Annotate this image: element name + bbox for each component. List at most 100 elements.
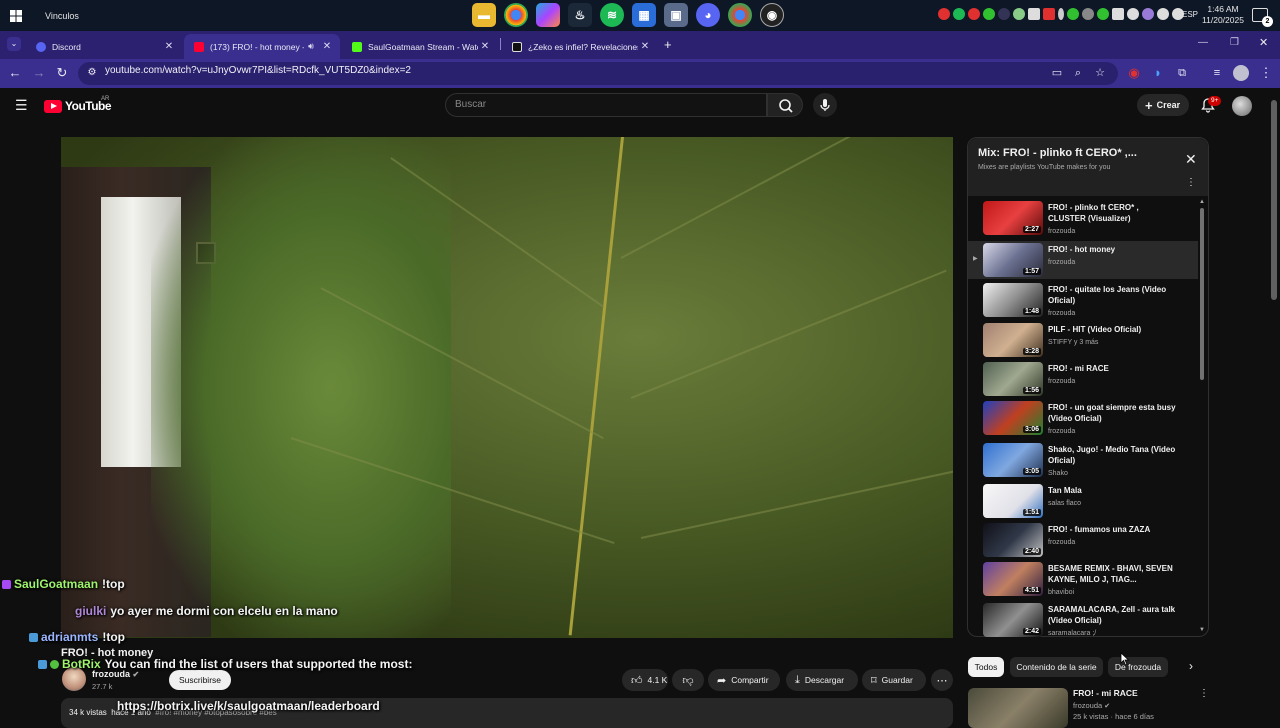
playlist-item[interactable]: 2:27 FRO! - plinko ft CERO* , CLUSTER (Vi… <box>968 199 1198 237</box>
playlist-scrollbar[interactable] <box>1200 208 1204 380</box>
extensions-puzzle-icon[interactable]: ⧉ <box>1174 65 1190 81</box>
chrome-profile-icon[interactable] <box>728 3 752 27</box>
minimize-window-icon[interactable]: — <box>1198 37 1208 48</box>
chips-next-arrow-icon[interactable]: › <box>1189 659 1193 673</box>
playlist-item[interactable]: 2:40 FRO! - fumamos una ZAZA frozouda <box>968 521 1198 559</box>
url-text[interactable]: youtube.com/watch?v=uJnyOvwr7PI&list=RDc… <box>105 65 411 76</box>
tray-icon[interactable] <box>1112 8 1124 20</box>
close-playlist-icon[interactable]: ✕ <box>1185 151 1197 168</box>
subscribe-button[interactable]: Suscribirse <box>169 670 231 690</box>
browser-menu-icon[interactable]: ⋮ <box>1258 65 1274 81</box>
tab-tiktok[interactable]: ¿Zeko es infiel? Revelaciones en TikTok … <box>502 34 658 59</box>
playlist-item[interactable]: ▶ 1:57 FRO! - hot money frozouda <box>968 241 1198 279</box>
video-player[interactable] <box>61 137 953 638</box>
tray-icon[interactable] <box>1013 8 1025 20</box>
playlist-item[interactable]: 2:42 SARAMALACARA, Zell - aura talk (Vide… <box>968 601 1198 639</box>
save-button[interactable]: ⌑ Guardar <box>862 669 926 691</box>
close-tab-icon[interactable]: ✕ <box>478 41 492 52</box>
tab-kick[interactable]: SaulGoatmaan Stream - Watch Live on Kick… <box>342 34 498 59</box>
bookmark-star-icon[interactable]: ☆ <box>1092 65 1108 81</box>
playlist-thumbnail[interactable]: 2:27 <box>983 201 1043 235</box>
extension-icon[interactable]: ◉ <box>1126 65 1142 81</box>
hamburger-menu-icon[interactable]: ☰ <box>15 97 28 114</box>
playlist-thumbnail[interactable]: 3:28 <box>983 323 1043 357</box>
playlist-more-icon[interactable]: ⋮ <box>1186 177 1196 188</box>
playlist-item[interactable]: 3:05 Shako, Jugo! - Medio Tana (Video Ofi… <box>968 441 1198 479</box>
tab-discord[interactable]: Discord ✕ <box>26 34 182 59</box>
tray-icon[interactable] <box>983 8 995 20</box>
file-explorer-icon[interactable]: ▬ <box>472 3 496 27</box>
account-avatar[interactable] <box>1232 96 1252 116</box>
tray-icon[interactable] <box>1097 8 1109 20</box>
reload-icon[interactable]: ↻ <box>54 65 70 81</box>
dislike-button[interactable]: 👎︎ <box>672 669 704 691</box>
tray-icon[interactable] <box>1028 8 1040 20</box>
playlist-thumbnail[interactable]: 1:56 <box>983 362 1043 396</box>
playlist-item[interactable]: 1:48 FRO! - quitate los Jeans (Video Ofic… <box>968 281 1198 319</box>
tray-icon[interactable] <box>1142 8 1154 20</box>
profile-avatar-icon[interactable] <box>1233 65 1249 81</box>
spotify-icon[interactable]: ≋ <box>600 3 624 27</box>
search-button[interactable] <box>767 93 803 117</box>
new-tab-button[interactable]: + <box>664 37 672 52</box>
extension-icon[interactable]: ◗ <box>1150 65 1166 81</box>
page-scrollbar[interactable] <box>1271 100 1277 300</box>
playlist-thumbnail[interactable]: 2:40 <box>983 523 1043 557</box>
microphone-icon[interactable] <box>1058 8 1064 20</box>
playlist-item[interactable]: 1:56 FRO! - mi RACE frozouda <box>968 360 1198 398</box>
tray-icon[interactable] <box>998 8 1010 20</box>
back-arrow-icon[interactable]: ← <box>7 65 23 81</box>
tray-icon[interactable] <box>968 8 980 20</box>
obs-icon[interactable]: ◉ <box>760 3 784 27</box>
site-info-icon[interactable]: ⚙ <box>84 65 100 81</box>
download-button[interactable]: ⤓ Descargar <box>786 669 858 691</box>
search-input[interactable] <box>445 93 767 117</box>
like-button[interactable]: 👍︎ 4.1 K <box>622 669 668 691</box>
close-tab-icon[interactable]: ✕ <box>162 41 176 52</box>
windows-start-icon[interactable] <box>0 0 31 31</box>
chip-from-channel[interactable]: De frozouda <box>1108 657 1168 677</box>
playlist-thumbnail[interactable]: 3:05 <box>983 443 1043 477</box>
steam-icon[interactable]: ♨ <box>568 3 592 27</box>
tray-icon[interactable] <box>1043 8 1055 20</box>
scroll-down-icon[interactable]: ▼ <box>1199 627 1205 633</box>
playlist-thumbnail[interactable]: 1:48 <box>983 283 1043 317</box>
chrome-icon[interactable] <box>504 3 528 27</box>
share-button[interactable]: ➦ Compartir <box>708 669 780 691</box>
playlist-thumbnail[interactable]: 3:06 <box>983 401 1043 435</box>
cast-icon[interactable]: ▭ <box>1049 65 1065 81</box>
playlist-title[interactable]: Mix: FRO! - plinko ft CERO* ,... <box>978 147 1137 159</box>
create-button[interactable]: + Crear <box>1137 94 1189 116</box>
tab-search-chevron-icon[interactable]: ⌄ <box>7 37 21 51</box>
playlist-item[interactable]: 3:06 FRO! - un goat siempre esta busy (Vi… <box>968 399 1198 437</box>
store-icon[interactable]: ▦ <box>632 3 656 27</box>
playlist-thumbnail[interactable]: 1:51 <box>983 484 1043 518</box>
voice-search-button[interactable] <box>813 93 837 117</box>
playlist-item[interactable]: 3:28 PILF - HIT (Video Oficial) STIFFY y 3… <box>968 321 1198 359</box>
tab-youtube[interactable]: (173) FRO! - hot money - YouTube 🔊︎ ✕ <box>184 34 340 59</box>
tray-icon[interactable] <box>1067 8 1079 20</box>
close-tab-icon[interactable]: ✕ <box>320 41 334 52</box>
close-tab-icon[interactable]: ✕ <box>638 41 652 52</box>
recommendation-channel[interactable]: frozouda ✔ <box>1073 701 1110 710</box>
tray-icon[interactable] <box>1082 8 1094 20</box>
media-controls-icon[interactable]: ≡ <box>1209 65 1225 81</box>
tray-icon[interactable] <box>1127 8 1139 20</box>
language-indicator[interactable]: ESP <box>1182 10 1198 19</box>
playlist-thumbnail[interactable]: 1:57 <box>983 243 1043 277</box>
network-icon[interactable] <box>1157 8 1169 20</box>
audio-playing-icon[interactable]: 🔊︎ <box>304 41 318 52</box>
zoom-icon[interactable]: ⌕ <box>1070 65 1086 81</box>
clock[interactable]: 1:46 AM 11/20/2025 <box>1200 4 1246 26</box>
chip-all[interactable]: Todos <box>968 657 1004 677</box>
recommendation-more-icon[interactable]: ⋮ <box>1199 688 1209 699</box>
tray-icon[interactable] <box>938 8 950 20</box>
copilot-icon[interactable] <box>536 3 560 27</box>
more-actions-button[interactable]: ⋯ <box>931 669 953 691</box>
playlist-thumbnail[interactable]: 2:42 <box>983 603 1043 637</box>
photos-icon[interactable]: ▣ <box>664 3 688 27</box>
recommendation-title[interactable]: FRO! - mi RACE <box>1073 688 1138 698</box>
recommendation-thumbnail[interactable] <box>968 688 1068 728</box>
chip-series-content[interactable]: Contenido de la serie <box>1010 657 1103 677</box>
playlist-thumbnail[interactable]: 4:51 <box>983 562 1043 596</box>
